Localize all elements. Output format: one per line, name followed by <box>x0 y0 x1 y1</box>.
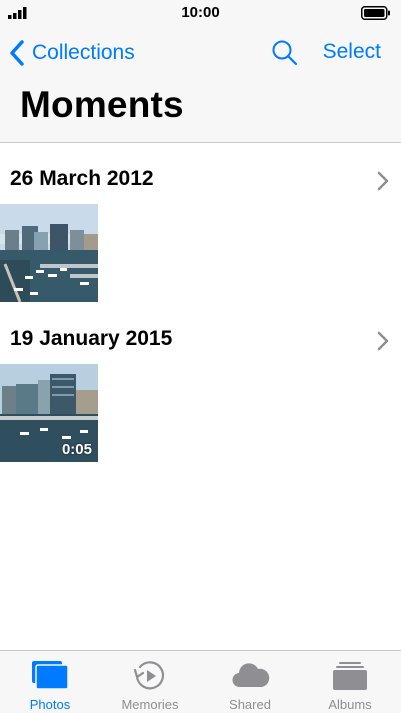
chevron-right-icon <box>377 171 389 191</box>
select-button[interactable]: Select <box>323 40 381 64</box>
page-title: Moments <box>20 84 184 125</box>
photo-thumbnail[interactable] <box>0 204 98 302</box>
albums-icon <box>333 662 367 690</box>
battery-icon <box>361 6 390 20</box>
moment-header[interactable]: 26 March 2012 <box>0 157 401 203</box>
tab-label: Shared <box>229 697 271 712</box>
tab-label: Photos <box>29 697 71 712</box>
video-duration: 0:05 <box>61 441 92 458</box>
harbour-photo <box>0 204 98 302</box>
status-time: 10:00 <box>181 4 220 21</box>
back-button-label: Collections <box>32 41 135 64</box>
moment-header[interactable]: 19 January 2015 <box>0 317 401 363</box>
status-bar: 10:00 <box>0 0 401 26</box>
tab-shared[interactable]: Shared <box>200 651 300 713</box>
tab-label: Albums <box>328 697 372 712</box>
chevron-left-icon <box>10 40 24 66</box>
moment-date: 19 January 2015 <box>10 327 173 350</box>
memories-icon <box>133 661 165 690</box>
chevron-right-icon <box>377 331 389 351</box>
photos-icon <box>32 661 69 690</box>
back-button[interactable]: Collections <box>8 38 135 68</box>
tab-bar: Photos Memories Shared Albums <box>0 650 401 713</box>
search-icon[interactable] <box>270 38 300 68</box>
tab-label: Memories <box>121 697 179 712</box>
cloud-icon <box>232 663 270 688</box>
tab-albums[interactable]: Albums <box>300 651 400 713</box>
tab-photos[interactable]: Photos <box>0 651 100 713</box>
tab-memories[interactable]: Memories <box>100 651 200 713</box>
navigation-bar: Collections Select Moments <box>0 26 401 143</box>
moment-date: 26 March 2012 <box>10 167 154 190</box>
video-thumbnail[interactable]: 0:05 <box>0 364 98 462</box>
